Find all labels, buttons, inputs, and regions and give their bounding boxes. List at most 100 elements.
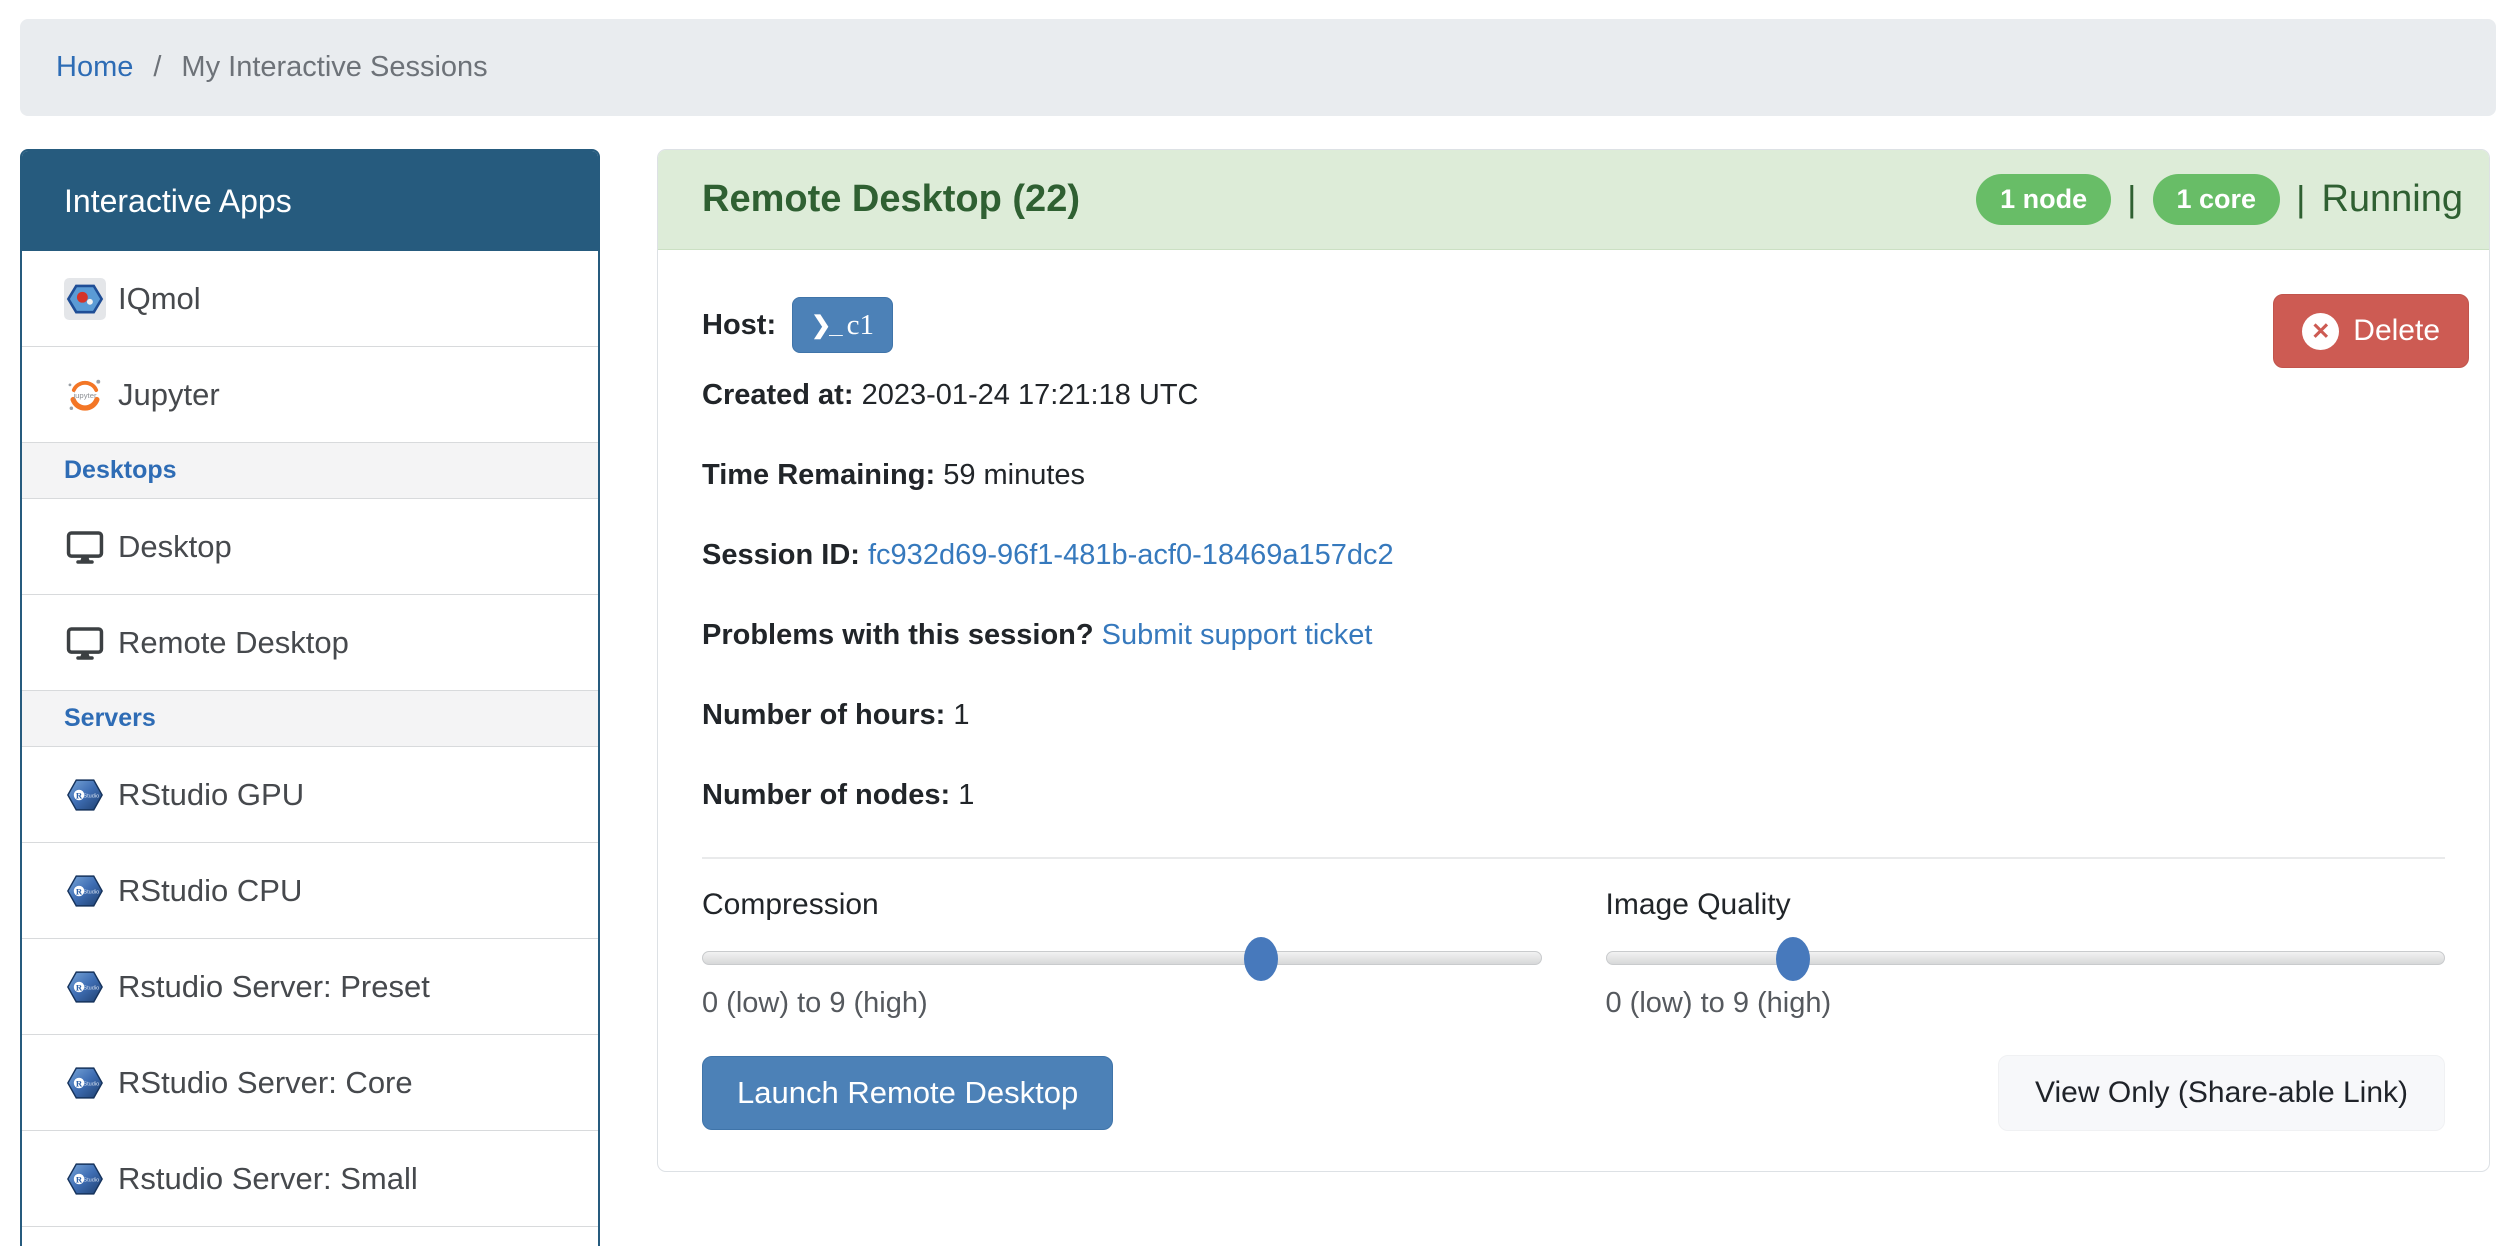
field-value: 2023-01-24 17:21:18 UTC: [862, 379, 1199, 411]
svg-text:Studio: Studio: [83, 985, 99, 991]
svg-text:Studio: Studio: [83, 1177, 99, 1183]
sliders-row: Compression 0 (low) to 9 (high) Image Qu…: [702, 887, 2469, 1021]
rstudio-icon: RStudio: [64, 1158, 106, 1200]
host-label: Host:: [702, 309, 776, 342]
breadcrumb-current: My Interactive Sessions: [181, 51, 487, 84]
badge-separator: |: [2296, 178, 2305, 220]
host-name: c1: [847, 309, 874, 342]
session-status-group: 1 node | 1 core | Running: [1976, 174, 2463, 224]
compression-caption: 0 (low) to 9 (high): [702, 985, 1542, 1021]
svg-text:R: R: [76, 1174, 83, 1184]
image-quality-slider-group: Image Quality 0 (low) to 9 (high): [1606, 887, 2446, 1021]
delete-button[interactable]: ✕ Delete: [2273, 294, 2469, 368]
rstudio-icon: RStudio: [64, 870, 106, 912]
svg-text:jupyter: jupyter: [72, 390, 97, 399]
submit-support-ticket-link[interactable]: Submit support ticket: [1102, 619, 1373, 651]
sidebar-item-jupyter[interactable]: jupyter Jupyter: [22, 347, 598, 443]
session-card: Remote Desktop (22) 1 node | 1 core | Ru…: [657, 149, 2490, 1172]
svg-text:R: R: [76, 886, 83, 896]
field-value: 1: [953, 699, 969, 731]
sidebar-item-label: Remote Desktop: [118, 625, 349, 661]
sidebar-title: Interactive Apps: [22, 151, 598, 251]
core-count-badge: 1 core: [2153, 174, 2281, 224]
monitor-icon: [64, 622, 106, 664]
image-quality-caption: 0 (low) to 9 (high): [1606, 985, 2446, 1021]
field-created-at: Created at: 2023-01-24 17:21:18 UTC: [702, 377, 2469, 413]
svg-text:Studio: Studio: [83, 793, 99, 799]
sidebar-section-label: Desktops: [64, 456, 177, 485]
compression-slider-group: Compression 0 (low) to 9 (high): [702, 887, 1542, 1021]
field-label: Time Remaining:: [702, 459, 935, 491]
jupyter-icon: jupyter: [64, 374, 106, 416]
sidebar-item-label: RStudio GPU: [118, 777, 304, 813]
field-session-id: Session ID: fc932d69-96f1-481b-acf0-1846…: [702, 537, 2469, 573]
sidebar-filler-row: [22, 1227, 598, 1246]
sidebar-item-rstudio-gpu[interactable]: RStudio RStudio GPU: [22, 747, 598, 843]
field-label: Number of nodes:: [702, 779, 950, 811]
session-card-header: Remote Desktop (22) 1 node | 1 core | Ru…: [658, 150, 2489, 250]
rstudio-icon: RStudio: [64, 774, 106, 816]
compression-label: Compression: [702, 887, 1542, 923]
terminal-icon: ❯_: [811, 311, 840, 340]
host-row: Host: ❯_ c1: [702, 297, 2469, 353]
field-label: Session ID:: [702, 539, 860, 571]
iqmol-icon: [64, 278, 106, 320]
sidebar-item-label: IQmol: [118, 281, 201, 317]
svg-text:Studio: Studio: [83, 1081, 99, 1087]
sidebar-section-label: Servers: [64, 704, 156, 733]
rstudio-icon: RStudio: [64, 1062, 106, 1104]
sidebar-item-desktop[interactable]: Desktop: [22, 499, 598, 595]
field-label: Number of hours:: [702, 699, 945, 731]
actions-row: Launch Remote Desktop View Only (Share-a…: [702, 1055, 2469, 1131]
view-only-link-button[interactable]: View Only (Share-able Link): [1998, 1055, 2445, 1131]
image-quality-slider[interactable]: [1606, 951, 2446, 965]
sidebar-item-label: Rstudio Server: Preset: [118, 969, 430, 1005]
session-card-body: Host: ❯_ c1 ✕ Delete Created at: 2023-01…: [658, 250, 2489, 1171]
circle-x-icon: ✕: [2302, 313, 2339, 350]
field-value: 1: [958, 779, 974, 811]
sidebar-item-label: Jupyter: [118, 377, 220, 413]
compression-slider[interactable]: [702, 951, 1542, 965]
sidebar-item-rstudio-server-preset[interactable]: RStudio Rstudio Server: Preset: [22, 939, 598, 1035]
field-time-remaining: Time Remaining: 59 minutes: [702, 457, 2469, 493]
host-shell-button[interactable]: ❯_ c1: [792, 297, 893, 353]
svg-text:Studio: Studio: [83, 889, 99, 895]
field-support: Problems with this session? Submit suppo…: [702, 617, 2469, 653]
section-divider: [702, 857, 2445, 859]
sidebar-item-rstudio-cpu[interactable]: RStudio RStudio CPU: [22, 843, 598, 939]
sidebar-item-remote-desktop[interactable]: Remote Desktop: [22, 595, 598, 691]
breadcrumb-home-link[interactable]: Home: [56, 51, 133, 84]
svg-text:R: R: [76, 790, 83, 800]
page: Home / My Interactive Sessions Interacti…: [0, 0, 2516, 1246]
sidebar-item-rstudio-server-small[interactable]: RStudio Rstudio Server: Small: [22, 1131, 598, 1227]
compression-slider-thumb[interactable]: [1244, 937, 1278, 981]
field-label: Problems with this session?: [702, 619, 1094, 651]
session-id-link[interactable]: fc932d69-96f1-481b-acf0-18469a157dc2: [868, 539, 1394, 571]
sidebar-section-desktops: Desktops: [22, 443, 598, 499]
breadcrumb-separator: /: [153, 51, 161, 84]
rstudio-icon: RStudio: [64, 966, 106, 1008]
field-label: Created at:: [702, 379, 854, 411]
delete-button-label: Delete: [2353, 314, 2440, 348]
session-title: Remote Desktop (22): [702, 178, 1080, 221]
breadcrumb: Home / My Interactive Sessions: [20, 19, 2496, 116]
status-text: Running: [2321, 178, 2463, 221]
sidebar-item-label: RStudio CPU: [118, 873, 302, 909]
monitor-icon: [64, 526, 106, 568]
sidebar-section-servers: Servers: [22, 691, 598, 747]
field-value: 59 minutes: [943, 459, 1085, 491]
field-number-of-hours: Number of hours: 1: [702, 697, 2469, 733]
launch-remote-desktop-button[interactable]: Launch Remote Desktop: [702, 1056, 1113, 1130]
sidebar-item-label: Desktop: [118, 529, 232, 565]
node-count-badge: 1 node: [1976, 174, 2111, 224]
sidebar-item-rstudio-server-core[interactable]: RStudio RStudio Server: Core: [22, 1035, 598, 1131]
image-quality-slider-thumb[interactable]: [1776, 937, 1810, 981]
sidebar-item-label: Rstudio Server: Small: [118, 1161, 418, 1197]
interactive-apps-sidebar: Interactive Apps IQmol jupyter Jupyter D…: [20, 149, 600, 1246]
sidebar-item-iqmol[interactable]: IQmol: [22, 251, 598, 347]
sidebar-item-label: RStudio Server: Core: [118, 1065, 413, 1101]
badge-separator: |: [2127, 178, 2136, 220]
image-quality-label: Image Quality: [1606, 887, 2446, 923]
svg-text:R: R: [76, 1078, 83, 1088]
svg-text:R: R: [76, 982, 83, 992]
